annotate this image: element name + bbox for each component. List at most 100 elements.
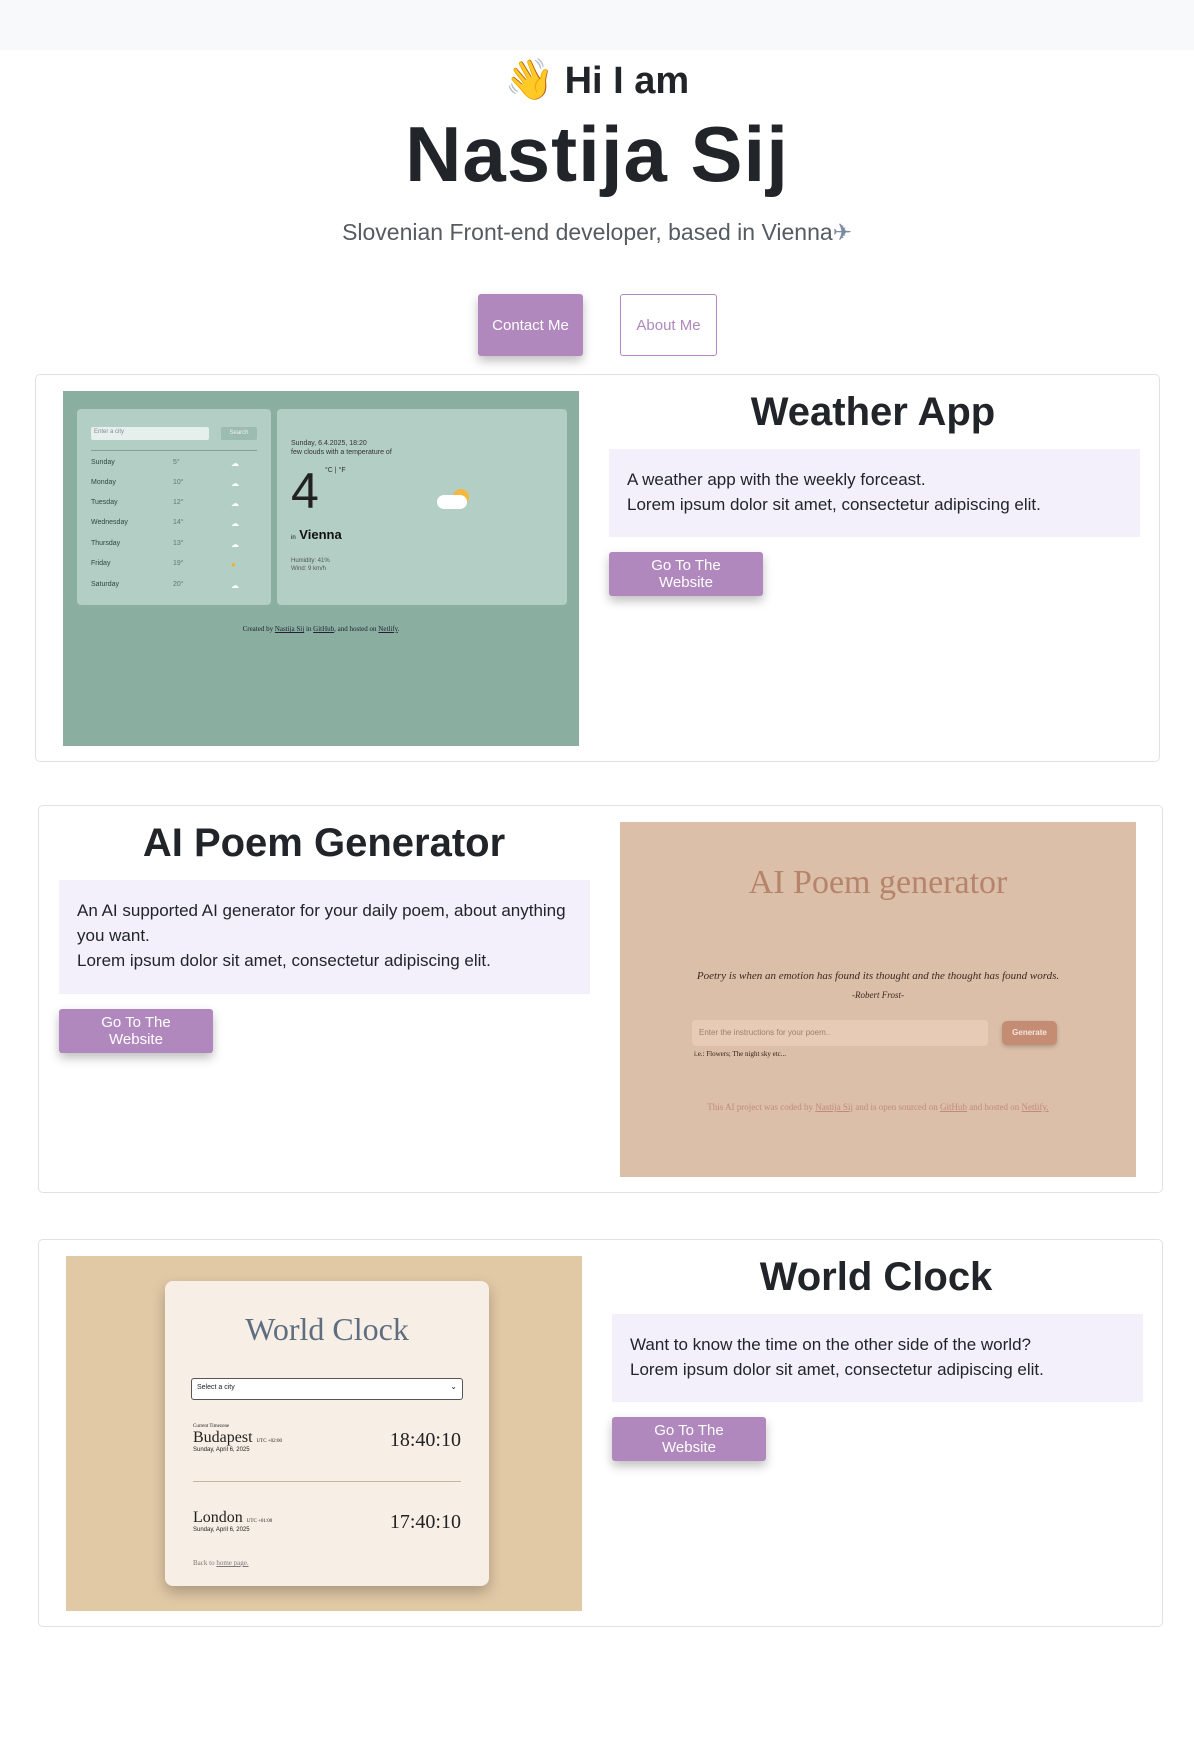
- footer-github: GitHub: [940, 1102, 968, 1112]
- timezone-city: London: [193, 1509, 243, 1526]
- timezone-city: Budapest: [193, 1429, 253, 1446]
- quote-author: -Robert Frost-: [852, 990, 904, 1000]
- tagline: Slovenian Front-end developer, based in …: [0, 219, 1194, 246]
- chevron-down-icon: ⌄: [450, 1382, 457, 1391]
- description-line: Want to know the time on the other side …: [630, 1335, 1031, 1354]
- go-to-website-button[interactable]: Go To The Website: [612, 1417, 766, 1461]
- timezone-date: Sunday, April 6, 2025: [193, 1527, 250, 1533]
- hero: 👋 Hi I am Nastija Sij Slovenian Front-end…: [0, 50, 1194, 246]
- about-me-button[interactable]: About Me: [620, 294, 717, 356]
- waving-hand-icon: 👋: [504, 57, 555, 103]
- forecast-day: Tuesday: [91, 499, 118, 506]
- forecast-day: Sunday: [91, 459, 115, 466]
- forecast-row: Wednesday 14° ☁: [91, 519, 257, 531]
- cloud-icon: ☁: [231, 459, 239, 468]
- wind: Wind: 9 km/h: [291, 566, 327, 572]
- preview-title: AI Poem generator: [748, 864, 1008, 901]
- input-hint: i.e.: Flowers; The night sky etc...: [694, 1050, 787, 1058]
- preview-city-select: Select a city ⌄: [191, 1378, 463, 1400]
- back-link: Back to home page.: [193, 1559, 249, 1567]
- cloud-icon: ☁: [231, 499, 239, 508]
- footer-author: Nastija Sij: [815, 1102, 854, 1112]
- clock-card: World Clock Select a city ⌄ Current Timez…: [165, 1281, 489, 1586]
- description-line: A weather app with the weekly forceast.: [627, 470, 926, 489]
- page-title: Nastija Sij: [405, 110, 789, 198]
- project-card-weather: Enter a city Search Sunday 5° ☁ Monday 10° ☁…: [35, 374, 1160, 762]
- poem-app-preview: AI Poem generator Poetry is when an emot…: [620, 822, 1136, 1177]
- footer-host: Netlify.: [1021, 1102, 1049, 1112]
- back-text: Back to: [193, 1559, 215, 1567]
- project-description: An AI supported AI generator for your da…: [59, 880, 590, 994]
- current-weather-panel: Sunday, 6.4.2025, 18:20 few clouds with a…: [277, 409, 567, 605]
- timezone-utc: UTC +02:00: [256, 1439, 283, 1444]
- greeting-text: Hi I am: [564, 60, 690, 102]
- project-card-poem: AI Poem Generator An AI supported AI gen…: [38, 805, 1163, 1193]
- top-navbar: [0, 0, 1194, 50]
- cloud-icon: ☁: [231, 519, 239, 528]
- sun-icon: ●: [231, 560, 236, 569]
- home-page-link: home page.: [216, 1559, 249, 1567]
- contact-me-button[interactable]: Contact Me: [478, 294, 583, 356]
- divider: [193, 1481, 461, 1482]
- description-line: you want.: [77, 926, 150, 945]
- weather-app-preview: Enter a city Search Sunday 5° ☁ Monday 10° ☁…: [63, 391, 579, 746]
- timezone-time: 17:40:10: [389, 1511, 461, 1533]
- airplane-icon: ✈: [832, 220, 852, 246]
- forecast-temp: 14°: [173, 519, 184, 526]
- weather-meta: Humidity: 41% Wind: 9 km/h: [291, 557, 330, 573]
- hero-buttons: Contact Me About Me: [0, 294, 1194, 356]
- preview-title: World Clock: [245, 1311, 409, 1347]
- timezone-time: 18:40:10: [389, 1429, 461, 1451]
- footer-text: This AI project was coded by: [707, 1102, 814, 1112]
- forecast-row: Sunday 5° ☁: [91, 459, 257, 471]
- forecast-row: Monday 10° ☁: [91, 479, 257, 491]
- description-line: Lorem ipsum dolor sit amet, consectetur …: [77, 951, 491, 970]
- project-description: A weather app with the weekly forceast. …: [609, 449, 1140, 537]
- preview-footer: Created by Nastija Sij in GitHub, and ho…: [242, 625, 400, 633]
- forecast-temp: 20°: [173, 581, 184, 588]
- date-line: Sunday, 6.4.2025, 18:20: [291, 440, 367, 447]
- forecast-day: Monday: [91, 479, 116, 486]
- forecast-row: Friday 19° ●: [91, 560, 257, 572]
- preview-generate-button: Generate: [1002, 1021, 1057, 1045]
- forecast-row: Saturday 20° ☁: [91, 581, 257, 593]
- footer-text: in: [305, 625, 312, 633]
- in-label: in: [291, 535, 296, 541]
- preview-search-input: Enter a city: [91, 427, 209, 440]
- project-card-clock: World Clock Select a city ⌄ Current Timez…: [38, 1239, 1163, 1627]
- footer-text: Created by: [242, 625, 274, 633]
- divider: [91, 450, 257, 451]
- forecast-temp: 12°: [173, 499, 184, 506]
- footer-host: Netlify: [378, 625, 398, 633]
- go-to-website-button[interactable]: Go To The Website: [609, 552, 763, 596]
- timezone-entry: Current Timezone Budapest UTC +02:00 Sun…: [193, 1424, 282, 1453]
- timezone-entry: London UTC +01:00 Sunday, April 6, 2025: [193, 1509, 272, 1533]
- forecast-day: Saturday: [91, 581, 120, 588]
- unit-toggle: °C | °F: [325, 467, 346, 474]
- greeting: 👋 Hi I am: [0, 56, 1194, 105]
- timezone-utc: UTC +01:00: [246, 1519, 273, 1524]
- project-description: Want to know the time on the other side …: [612, 1314, 1143, 1402]
- forecast-temp: 13°: [173, 540, 184, 547]
- weather-description: few clouds with a temperature of: [291, 449, 392, 456]
- poem-quote: Poetry is when an emotion has found its …: [620, 967, 1136, 1005]
- temperature-value: 4: [291, 463, 319, 519]
- forecast-day: Friday: [91, 560, 111, 567]
- select-value: Select a city: [197, 1384, 235, 1391]
- footer-text: and is open sourced on: [855, 1102, 938, 1112]
- weather-date: Sunday, 6.4.2025, 18:20 few clouds with a…: [291, 439, 392, 457]
- go-to-website-button[interactable]: Go To The Website: [59, 1009, 213, 1053]
- cloud-icon: [437, 495, 467, 509]
- preview-poem-input: Enter the instructions for your poem..: [692, 1020, 988, 1046]
- forecast-row: Tuesday 12° ☁: [91, 499, 257, 511]
- footer-text: and hosted on: [969, 1102, 1020, 1112]
- tagline-text: Slovenian Front-end developer, based in …: [342, 219, 833, 245]
- weather-city: in Vienna: [291, 527, 342, 542]
- quote-text: Poetry is when an emotion has found its …: [696, 970, 1060, 982]
- city-name: Vienna: [299, 527, 342, 542]
- humidity: Humidity: 41%: [291, 558, 330, 564]
- forecast-panel: Enter a city Search Sunday 5° ☁ Monday 10° ☁…: [77, 409, 271, 605]
- project-title: World Clock: [759, 1255, 993, 1299]
- forecast-day: Thursday: [91, 540, 121, 547]
- cloud-icon: ☁: [231, 479, 239, 488]
